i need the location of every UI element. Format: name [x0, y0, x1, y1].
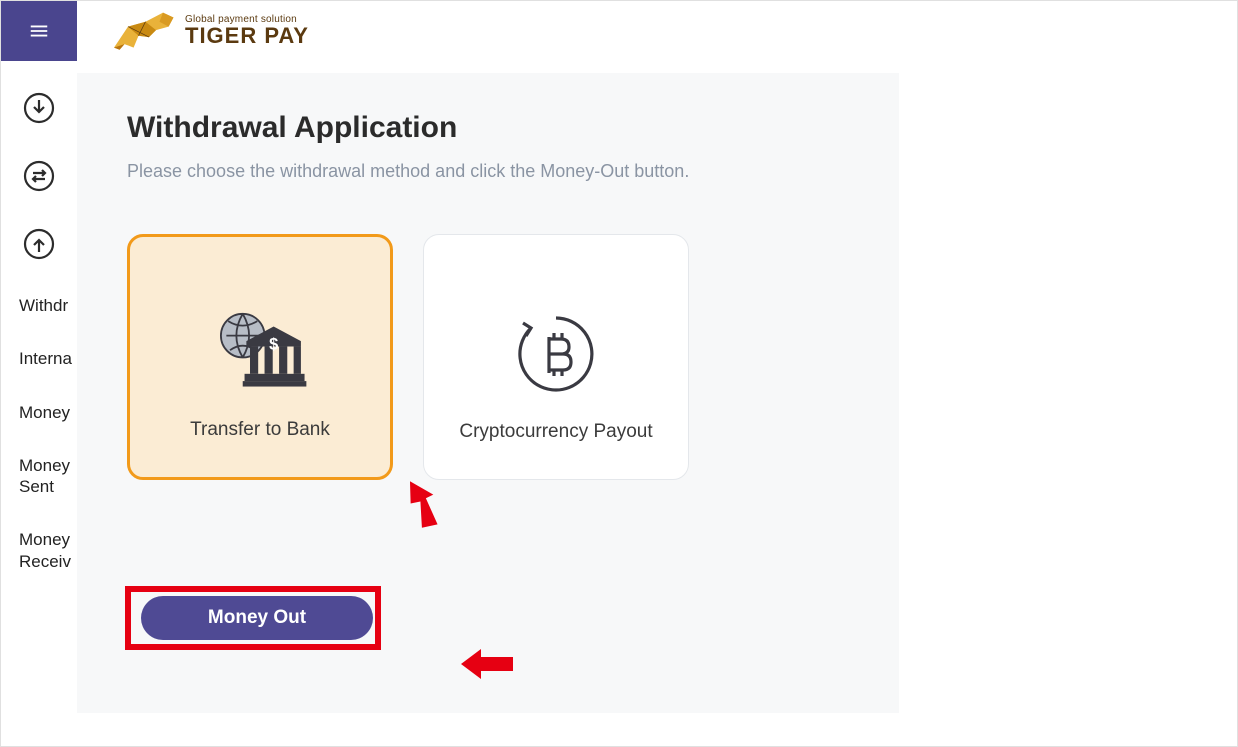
arrow-down-circle-icon: [22, 91, 56, 125]
method-card-crypto-payout[interactable]: Cryptocurrency Payout: [423, 234, 689, 480]
sidebar-item-money[interactable]: Money: [1, 402, 77, 423]
sidebar-item-money-sent[interactable]: Money Sent: [1, 455, 77, 498]
brand-name: TIGER PAY: [185, 25, 309, 47]
sidebar-item-internal[interactable]: Interna: [1, 348, 77, 369]
sidebar-icon-deposit[interactable]: [22, 91, 56, 125]
hamburger-icon: [28, 20, 50, 42]
tiger-icon: [107, 9, 177, 54]
brand-logo: Global payment solution TIGER PAY: [107, 9, 309, 54]
svg-text:$: $: [269, 335, 278, 353]
bitcoin-circle-icon: [506, 309, 606, 399]
sidebar-item-money-received[interactable]: Money Receiv: [1, 529, 77, 572]
sidebar-icon-exchange[interactable]: [22, 159, 56, 193]
sidebar-item-withdraw[interactable]: Withdr: [1, 295, 77, 316]
hamburger-menu-button[interactable]: [1, 1, 77, 61]
exchange-circle-icon: [22, 159, 56, 193]
method-card-transfer-bank[interactable]: $ Transfer to Bank: [127, 234, 393, 480]
page-title: Withdrawal Application: [127, 111, 849, 145]
method-label: Transfer to Bank: [190, 419, 330, 441]
money-out-button[interactable]: Money Out: [141, 596, 373, 640]
method-label: Cryptocurrency Payout: [459, 421, 652, 443]
sidebar: Withdr Interna Money Money Sent Money Re…: [1, 61, 77, 746]
sidebar-icon-withdraw[interactable]: [22, 227, 56, 261]
withdrawal-panel: Withdrawal Application Please choose the…: [77, 73, 899, 713]
arrow-up-circle-icon: [22, 227, 56, 261]
page-instructions: Please choose the withdrawal method and …: [127, 161, 849, 182]
bank-globe-icon: $: [210, 307, 310, 397]
